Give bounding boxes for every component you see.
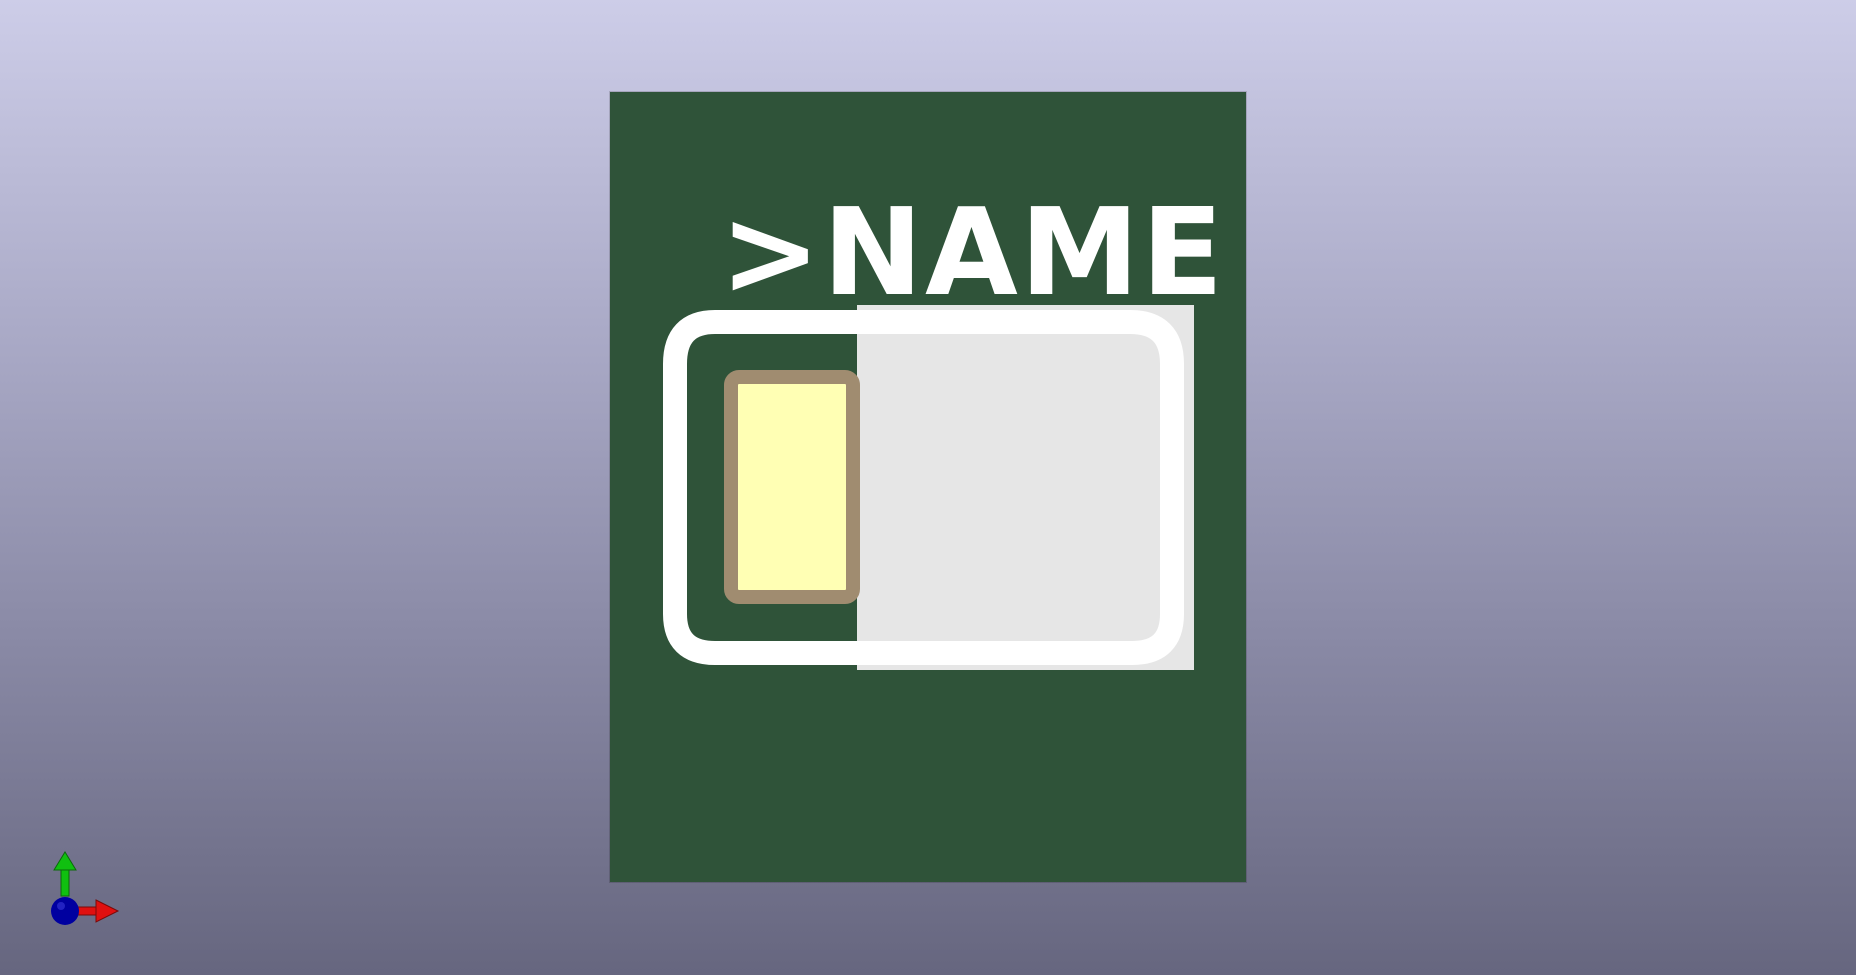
solder-pad	[724, 370, 860, 604]
footprint-drawing	[663, 305, 1194, 670]
z-axis-origin-icon	[51, 897, 79, 925]
axis-orientation-indicator	[51, 851, 120, 925]
reference-designator-label: >NAME	[720, 184, 1226, 323]
y-axis-arrow-icon	[53, 851, 77, 897]
3d-viewport[interactable]: >NAME	[0, 0, 1856, 975]
component-body	[857, 305, 1194, 670]
